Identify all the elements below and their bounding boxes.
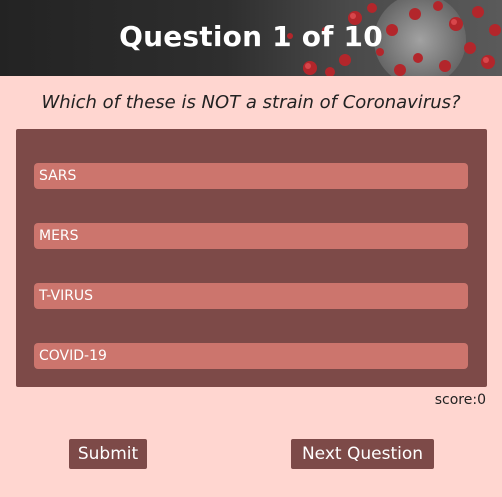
- question-text: Which of these is NOT a strain of Corona…: [41, 92, 461, 113]
- next-question-button[interactable]: Next Question: [291, 439, 434, 469]
- page-title: Question 1 of 10: [119, 20, 383, 53]
- score-display: score:0: [434, 392, 486, 408]
- answer-option-mers[interactable]: MERS: [34, 223, 468, 249]
- submit-button[interactable]: Submit: [69, 439, 147, 469]
- answer-option-sars[interactable]: SARS: [34, 163, 468, 189]
- answers-panel: SARS MERS T-VIRUS COVID-19: [16, 129, 487, 387]
- header-banner: Question 1 of 10: [0, 0, 502, 76]
- answer-option-covid-19[interactable]: COVID-19: [34, 343, 468, 369]
- answer-option-t-virus[interactable]: T-VIRUS: [34, 283, 468, 309]
